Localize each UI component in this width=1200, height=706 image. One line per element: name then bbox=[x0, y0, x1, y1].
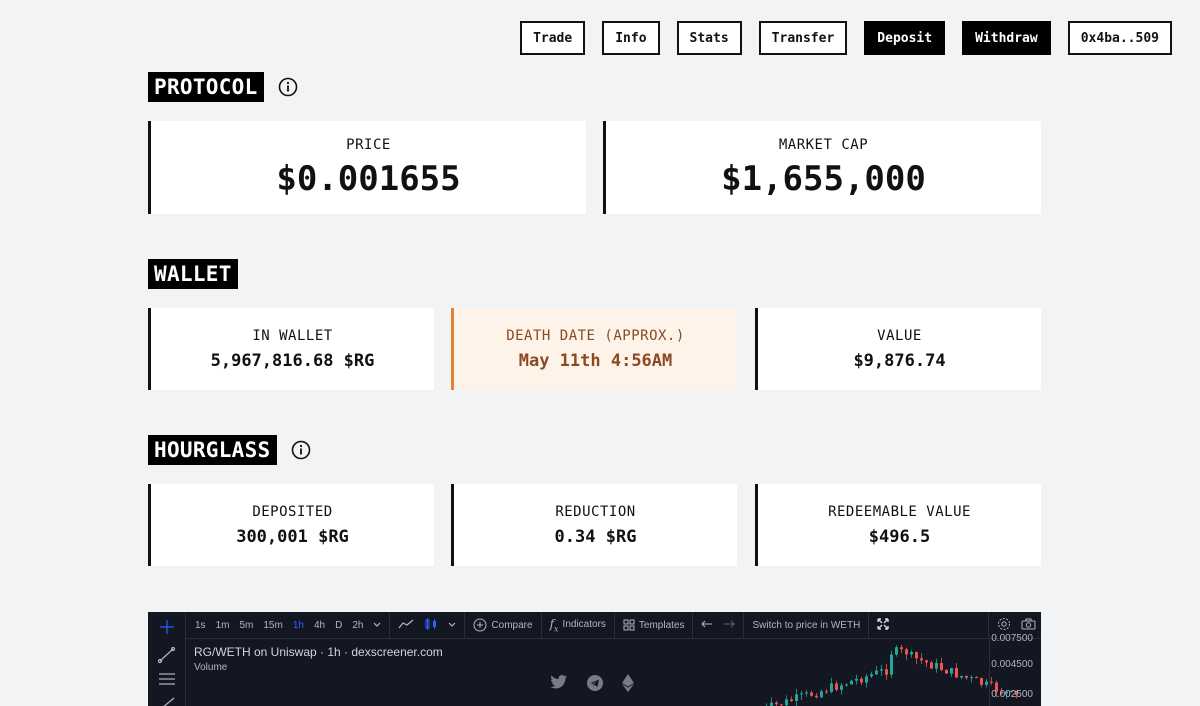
info-button[interactable]: Info bbox=[602, 21, 660, 55]
price-tick: 0.007500 bbox=[991, 633, 1033, 644]
top-nav: Trade Info Stats Transfer Deposit Withdr… bbox=[520, 21, 1172, 55]
candle-body bbox=[795, 694, 798, 702]
candle-body bbox=[920, 658, 923, 661]
in-wallet-value: 5,967,816.68 $RG bbox=[210, 350, 375, 371]
redeemable-value: $496.5 bbox=[868, 526, 931, 547]
candle-body bbox=[845, 684, 848, 686]
candle-body bbox=[925, 660, 928, 663]
market-cap-value: $1,655,000 bbox=[721, 158, 926, 199]
withdraw-button[interactable]: Withdraw bbox=[962, 21, 1051, 55]
candle-body bbox=[915, 652, 918, 659]
value-label: VALUE bbox=[877, 327, 922, 344]
candle-body bbox=[880, 669, 883, 671]
candle-body bbox=[890, 654, 893, 675]
candle-body bbox=[870, 674, 873, 677]
candle-body bbox=[895, 647, 898, 655]
candle-body bbox=[930, 662, 933, 669]
candle-body bbox=[835, 683, 838, 690]
candle-body bbox=[950, 668, 953, 674]
candle-body bbox=[955, 668, 958, 678]
stats-button[interactable]: Stats bbox=[676, 21, 742, 55]
redeemable-card: REDEEMABLE VALUE $496.5 bbox=[755, 484, 1041, 566]
candle-body bbox=[910, 652, 913, 655]
candle-body bbox=[865, 676, 868, 683]
price-axis: 0.007500 0.004500 0.002500 bbox=[989, 633, 1041, 706]
trade-button[interactable]: Trade bbox=[520, 21, 586, 55]
market-cap-card: MARKET CAP $1,655,000 bbox=[603, 121, 1041, 214]
wallet-heading: WALLET bbox=[148, 259, 238, 289]
candle-body bbox=[820, 691, 823, 698]
candle-body bbox=[855, 678, 858, 681]
death-date-value: May 11th 4:56AM bbox=[518, 350, 673, 371]
candle-body bbox=[790, 699, 793, 702]
price-label: PRICE bbox=[346, 136, 391, 153]
price-card: PRICE $0.001655 bbox=[148, 121, 586, 214]
death-date-card: DEATH DATE (APPROX.) May 11th 4:56AM bbox=[451, 308, 737, 390]
hourglass-title: HOURGLASS bbox=[148, 435, 277, 465]
info-icon[interactable] bbox=[291, 440, 311, 460]
in-wallet-card: IN WALLET 5,967,816.68 $RG bbox=[148, 308, 434, 390]
wallet-title: WALLET bbox=[148, 259, 238, 289]
candle-body bbox=[975, 677, 978, 679]
candle-body bbox=[985, 681, 988, 685]
candle-body bbox=[940, 663, 943, 671]
candlestick-series bbox=[765, 644, 1018, 706]
reduction-card: REDUCTION 0.34 $RG bbox=[451, 484, 737, 566]
candle-body bbox=[840, 685, 843, 690]
value-card: VALUE $9,876.74 bbox=[755, 308, 1041, 390]
deposit-button[interactable]: Deposit bbox=[864, 21, 946, 55]
transfer-button[interactable]: Transfer bbox=[758, 21, 848, 55]
price-tick: 0.004500 bbox=[991, 659, 1033, 670]
protocol-title: PROTOCOL bbox=[148, 72, 264, 102]
price-tick: 0.002500 bbox=[991, 689, 1033, 700]
candle-body bbox=[775, 702, 778, 705]
candle-body bbox=[900, 647, 903, 650]
market-cap-label: MARKET CAP bbox=[778, 136, 869, 153]
deposited-label: DEPOSITED bbox=[252, 503, 333, 520]
candle-body bbox=[885, 669, 888, 675]
candle-body bbox=[825, 691, 828, 693]
wallet-address-button[interactable]: 0x4ba..509 bbox=[1067, 21, 1172, 55]
candle-body bbox=[905, 649, 908, 655]
candle-body bbox=[875, 670, 878, 675]
price-value: $0.001655 bbox=[276, 158, 461, 199]
candle-body bbox=[960, 675, 963, 678]
candle-body bbox=[945, 670, 948, 674]
death-date-label: DEATH DATE (APPROX.) bbox=[506, 327, 685, 344]
candle-body bbox=[970, 677, 973, 679]
deposited-value: 300,001 $RG bbox=[236, 526, 349, 547]
candle-body bbox=[830, 683, 833, 692]
protocol-heading: PROTOCOL bbox=[148, 72, 298, 102]
hourglass-heading: HOURGLASS bbox=[148, 435, 311, 465]
candle-body bbox=[935, 663, 938, 669]
candle-body bbox=[980, 678, 983, 685]
value-value: $9,876.74 bbox=[853, 350, 946, 371]
candle-body bbox=[785, 699, 788, 706]
candle-body bbox=[810, 692, 813, 696]
reduction-value: 0.34 $RG bbox=[554, 526, 637, 547]
in-wallet-label: IN WALLET bbox=[252, 327, 333, 344]
candle-body bbox=[780, 704, 783, 706]
candle-body bbox=[965, 675, 968, 678]
reduction-label: REDUCTION bbox=[555, 503, 636, 520]
info-icon[interactable] bbox=[278, 77, 298, 97]
candle-body bbox=[850, 680, 853, 685]
deposited-card: DEPOSITED 300,001 $RG bbox=[148, 484, 434, 566]
candle-body bbox=[860, 678, 863, 683]
price-chart-widget[interactable]: 1s 1m 5m 15m 1h 4h D 2h Compare fx Indic… bbox=[148, 612, 1041, 706]
candle-body bbox=[800, 693, 803, 695]
redeemable-label: REDEEMABLE VALUE bbox=[828, 503, 971, 520]
candle-body bbox=[770, 702, 773, 706]
candle-body bbox=[815, 695, 818, 698]
candle-body bbox=[805, 692, 808, 694]
